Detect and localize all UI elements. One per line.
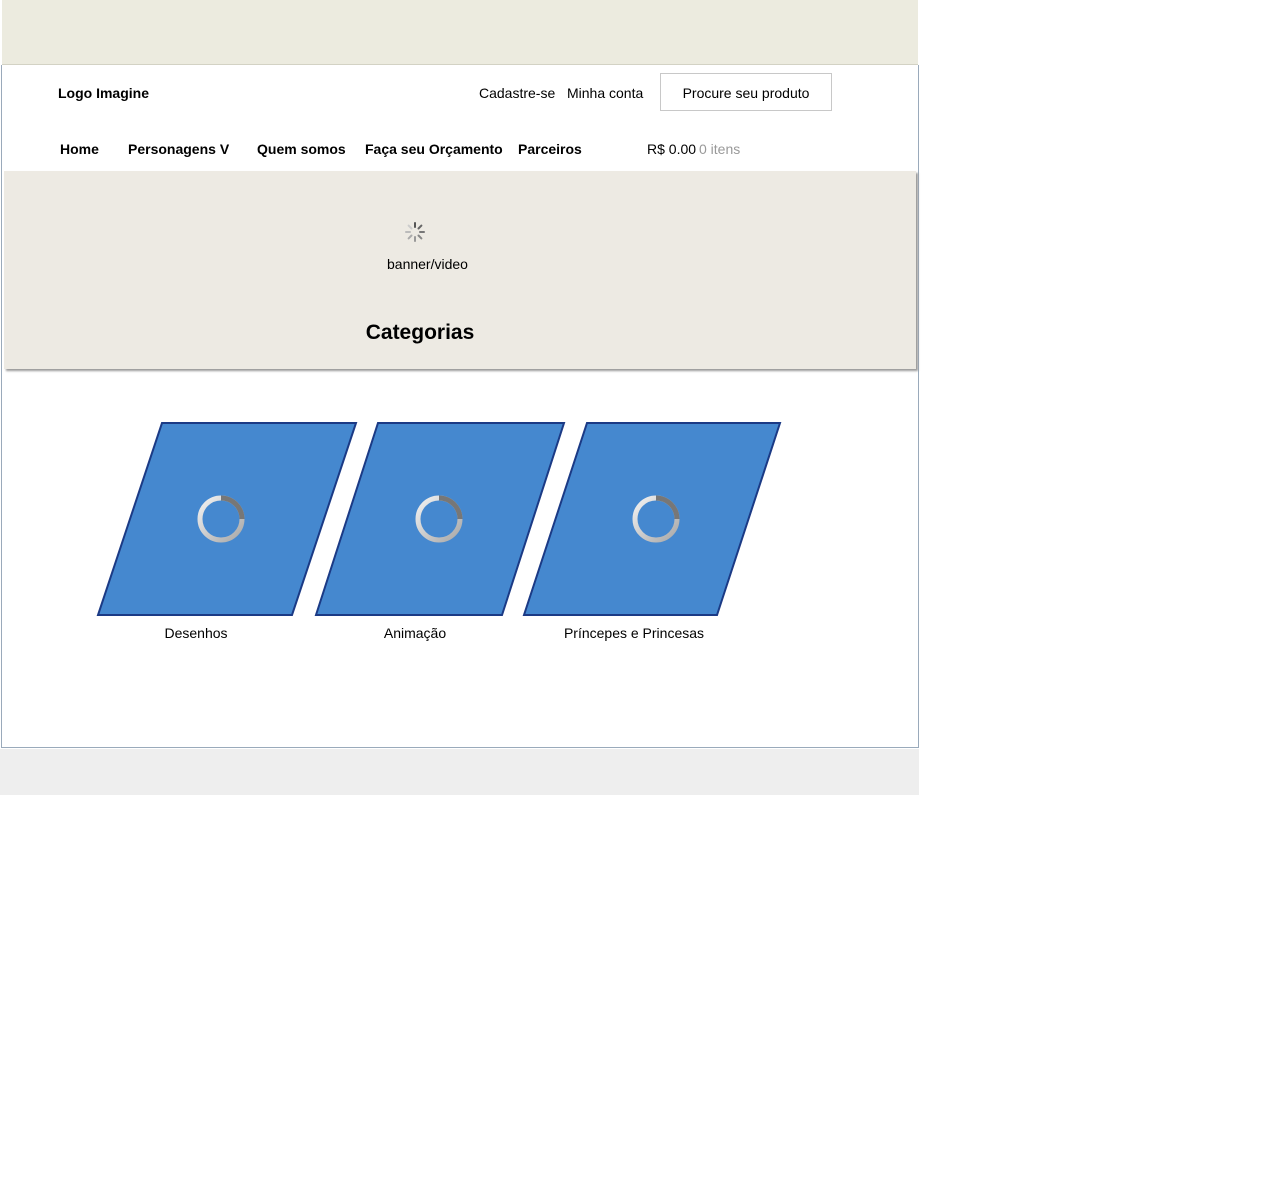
category-tile-princesas[interactable] bbox=[522, 422, 782, 616]
footer-bar bbox=[0, 749, 919, 795]
category-label-desenhos[interactable]: Desenhos bbox=[96, 625, 296, 641]
category-label-princesas[interactable]: Príncepes e Princesas bbox=[534, 625, 734, 641]
category-label-animacao[interactable]: Animação bbox=[315, 625, 515, 641]
category-tile-animacao[interactable] bbox=[314, 422, 566, 616]
category-tile-desenhos[interactable] bbox=[96, 422, 358, 616]
category-tiles bbox=[96, 422, 782, 616]
